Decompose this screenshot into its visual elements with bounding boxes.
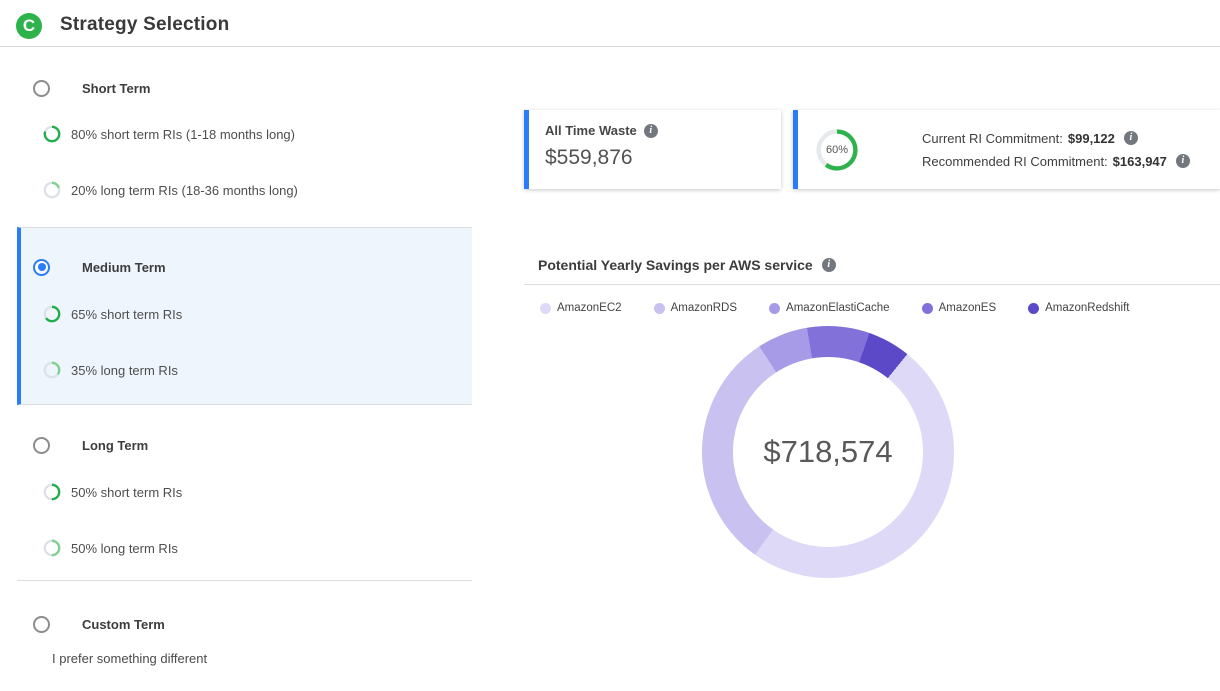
strategy-detail-label: 20% long term RIs (18-36 months long) xyxy=(71,183,298,198)
strategy-detail-label: 35% long term RIs xyxy=(71,363,178,378)
legend-label: AmazonEC2 xyxy=(557,302,622,314)
strategy-detail-row: 65% short term RIs xyxy=(43,304,182,324)
legend-item-amazonelasticache[interactable]: AmazonElastiCache xyxy=(769,302,890,314)
savings-chart-card: Potential Yearly Savings per AWS service… xyxy=(524,246,1220,691)
custom-term-description: I prefer something different xyxy=(52,651,207,666)
strategy-option-custom-term[interactable]: Custom Term xyxy=(33,614,165,634)
current-commitment-row: Current RI Commitment: $99,122 xyxy=(922,131,1190,146)
info-icon[interactable] xyxy=(1176,154,1190,168)
percentage-ring-icon xyxy=(43,125,61,143)
current-commitment-label: Current RI Commitment: xyxy=(922,131,1063,146)
info-icon[interactable] xyxy=(644,124,658,138)
page-title: Strategy Selection xyxy=(60,14,229,36)
strategy-detail-row: 50% short term RIs xyxy=(43,482,182,502)
strategy-selection-page: C Strategy Selection Short Term 80% shor… xyxy=(0,0,1220,691)
strategy-detail-row: 35% long term RIs xyxy=(43,360,178,380)
strategy-detail-label: 50% short term RIs xyxy=(71,485,182,500)
legend-label: AmazonElastiCache xyxy=(786,302,890,314)
legend-dot xyxy=(922,303,933,314)
strategy-detail-row: 20% long term RIs (18-36 months long) xyxy=(43,180,298,200)
recommended-commitment-row: Recommended RI Commitment: $163,947 xyxy=(922,154,1190,169)
radio-unchecked-icon[interactable] xyxy=(33,437,50,454)
donut-total-value: $718,574 xyxy=(763,434,892,470)
ri-commitment-card: 60% Current RI Commitment: $99,122 Recom… xyxy=(793,110,1220,189)
info-icon[interactable] xyxy=(1124,131,1138,145)
percentage-ring-icon xyxy=(43,305,61,323)
strategy-option-long-term[interactable]: Long Term xyxy=(33,435,148,455)
percentage-ring-icon xyxy=(43,483,61,501)
strategy-option-label: Medium Term xyxy=(82,260,166,275)
radio-checked-icon[interactable] xyxy=(33,259,50,276)
section-divider xyxy=(17,580,472,581)
donut-chart: $718,574 xyxy=(702,326,954,578)
legend-dot xyxy=(540,303,551,314)
legend-item-amazonec2[interactable]: AmazonEC2 xyxy=(540,302,622,314)
strategy-option-medium-term[interactable]: Medium Term xyxy=(33,257,166,277)
strategy-detail-row: 50% long term RIs xyxy=(43,538,178,558)
waste-card-value: $559,876 xyxy=(545,146,765,170)
percentage-ring-icon xyxy=(43,539,61,557)
gauge-percentage-label: 60% xyxy=(814,127,860,173)
strategy-option-label: Short Term xyxy=(82,81,150,96)
donut-center: $718,574 xyxy=(733,357,923,547)
strategy-option-label: Long Term xyxy=(82,438,148,453)
info-icon[interactable] xyxy=(822,258,836,272)
recommended-commitment-value: $163,947 xyxy=(1113,154,1167,169)
legend-item-amazonrds[interactable]: AmazonRDS xyxy=(654,302,737,314)
legend-item-amazones[interactable]: AmazonES xyxy=(922,302,997,314)
legend-dot xyxy=(654,303,665,314)
chart-legend: AmazonEC2 AmazonRDS AmazonElastiCache Am… xyxy=(540,302,1130,314)
commitment-text-block: Current RI Commitment: $99,122 Recommend… xyxy=(922,131,1190,169)
percentage-ring-icon xyxy=(43,361,61,379)
page-header: C Strategy Selection xyxy=(0,0,1220,47)
recommended-commitment-label: Recommended RI Commitment: xyxy=(922,154,1108,169)
legend-label: AmazonRDS xyxy=(671,302,737,314)
chart-title: Potential Yearly Savings per AWS service xyxy=(538,257,813,273)
strategy-panel: Short Term 80% short term RIs (1-18 mont… xyxy=(0,47,472,691)
waste-card-title: All Time Waste xyxy=(545,123,637,138)
strategy-detail-label: 65% short term RIs xyxy=(71,307,182,322)
strategy-detail-label: 80% short term RIs (1-18 months long) xyxy=(71,127,295,142)
strategy-detail-row: 80% short term RIs (1-18 months long) xyxy=(43,124,295,144)
radio-unchecked-icon[interactable] xyxy=(33,616,50,633)
current-commitment-value: $99,122 xyxy=(1068,131,1115,146)
strategy-detail-label: 50% long term RIs xyxy=(71,541,178,556)
legend-item-amazonredshift[interactable]: AmazonRedshift xyxy=(1028,302,1129,314)
legend-dot xyxy=(769,303,780,314)
strategy-option-medium-term-selected-box[interactable]: Medium Term 65% short term RIs 35% long … xyxy=(17,227,472,405)
radio-unchecked-icon[interactable] xyxy=(33,80,50,97)
strategy-option-short-term[interactable]: Short Term xyxy=(33,78,150,98)
app-logo-icon: C xyxy=(16,13,42,39)
percentage-ring-icon xyxy=(43,181,61,199)
strategy-option-label: Custom Term xyxy=(82,617,165,632)
legend-label: AmazonES xyxy=(939,302,997,314)
commitment-gauge: 60% xyxy=(814,127,860,173)
all-time-waste-card: All Time Waste $559,876 xyxy=(524,110,781,189)
legend-dot xyxy=(1028,303,1039,314)
legend-label: AmazonRedshift xyxy=(1045,302,1129,314)
